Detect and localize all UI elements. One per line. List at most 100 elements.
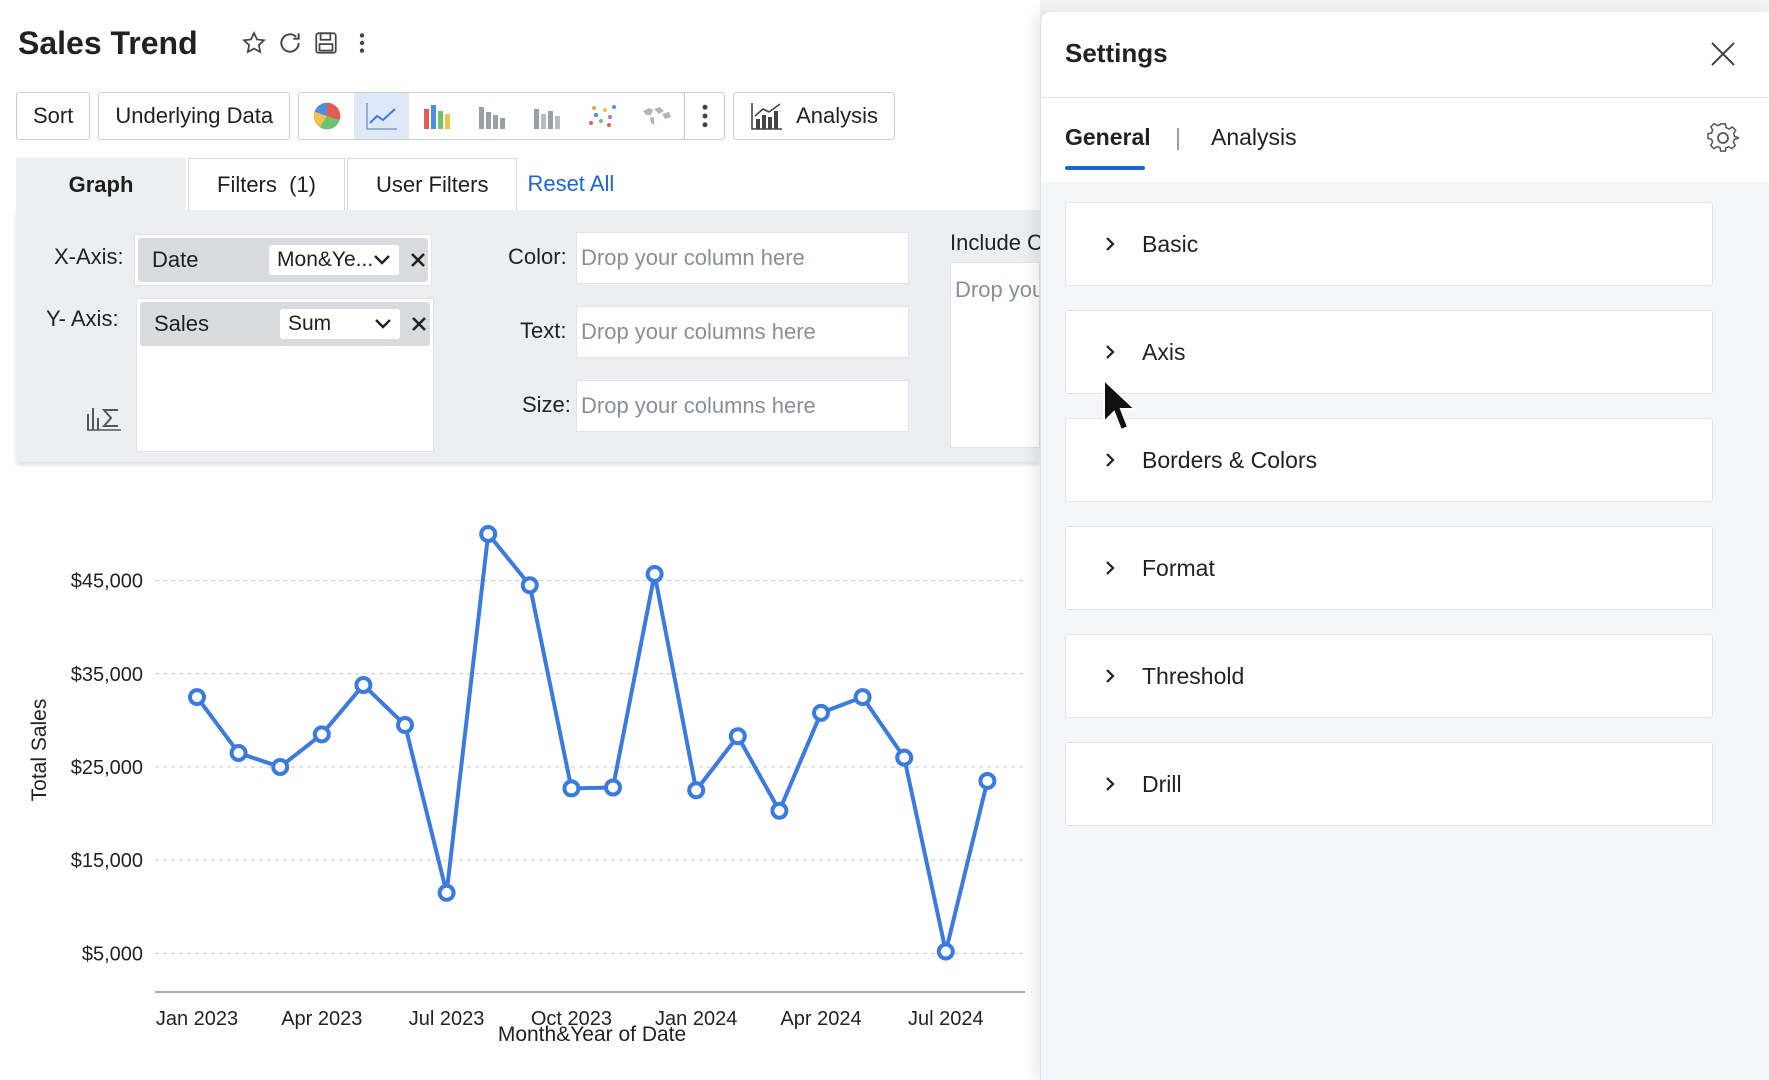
- refresh-icon[interactable]: [272, 25, 308, 61]
- data-point[interactable]: [479, 524, 498, 543]
- title-row: Sales Trend: [18, 18, 380, 68]
- section-borders-colors[interactable]: Borders & Colors: [1065, 418, 1713, 502]
- stacked-chart-icon[interactable]: [519, 93, 574, 139]
- sort-button[interactable]: Sort: [16, 92, 91, 140]
- data-point[interactable]: [936, 942, 955, 961]
- section-axis[interactable]: Axis: [1065, 310, 1713, 394]
- data-point[interactable]: [188, 688, 206, 707]
- y-axis-aggregation-value: Sum: [288, 312, 332, 335]
- x-tick-label: Jan 2023: [156, 1008, 238, 1030]
- y-tick-label: $15,000: [71, 850, 143, 872]
- chart-type-group: [298, 92, 726, 140]
- x-axis-aggregation-select[interactable]: Mon&Ye...: [269, 245, 400, 275]
- column-chart-icon[interactable]: [464, 93, 519, 139]
- star-icon[interactable]: [236, 25, 272, 61]
- x-axis-column: Date: [152, 247, 199, 272]
- y-axis-pill[interactable]: Sales Sum: [140, 302, 430, 346]
- report-title: Sales Trend: [18, 24, 198, 61]
- section-format[interactable]: Format: [1065, 526, 1713, 610]
- aggregate-sum-icon[interactable]: [86, 402, 122, 432]
- section-label: Axis: [1142, 338, 1186, 365]
- data-point[interactable]: [604, 778, 622, 797]
- toolbar: Sort Underlying Data Analysis: [16, 92, 903, 142]
- data-point[interactable]: [396, 716, 414, 735]
- x-tick-label: Jul 2024: [908, 1008, 984, 1030]
- more-vertical-icon[interactable]: [344, 25, 380, 61]
- y-axis-title: Total Sales: [28, 699, 51, 802]
- x-axis-aggregation-value: Mon&Ye...: [277, 248, 374, 271]
- x-tick-label: Apr 2024: [780, 1008, 861, 1030]
- x-axis-pill[interactable]: Date Mon&Ye...: [138, 238, 428, 282]
- tab-analysis[interactable]: Analysis: [1211, 124, 1297, 151]
- data-point[interactable]: [271, 757, 290, 776]
- section-label: Basic: [1142, 230, 1199, 257]
- chevron-down-icon: [374, 319, 391, 329]
- chevron-right-icon: [1100, 234, 1120, 254]
- line-chart: $45,000 $35,000 $25,000 $15,000 $5,000 Jan 2…: [28, 524, 1025, 1046]
- tab-separator: |: [1175, 124, 1181, 150]
- data-point[interactable]: [770, 801, 789, 820]
- y-axis-ticks: $45,000 $35,000 $25,000 $15,000 $5,000: [71, 571, 143, 966]
- chevron-down-icon: [374, 255, 391, 265]
- y-axis-label: Y- Axis:: [46, 306, 119, 331]
- close-icon[interactable]: [1703, 34, 1743, 74]
- tab-filters[interactable]: Filters (1): [188, 158, 345, 210]
- scatter-chart-icon[interactable]: [574, 93, 629, 139]
- section-label: Drill: [1142, 770, 1182, 797]
- gear-icon[interactable]: [1703, 118, 1743, 158]
- color-drop-zone[interactable]: Drop your column here: [576, 232, 909, 284]
- bar-chart-icon[interactable]: [409, 93, 464, 139]
- size-drop-zone[interactable]: Drop your columns here: [576, 380, 909, 432]
- analysis-chart-icon: [751, 103, 783, 130]
- data-point[interactable]: [437, 883, 456, 902]
- data-point[interactable]: [562, 779, 581, 798]
- include-placeholder: Drop you: [955, 277, 1040, 302]
- remove-x-axis-icon[interactable]: [407, 247, 428, 273]
- x-axis-label: X-Axis:: [54, 244, 124, 269]
- data-point[interactable]: [229, 743, 248, 762]
- tabs-row: Graph Filters (1) User Filters Reset All: [16, 158, 614, 210]
- remove-y-axis-icon[interactable]: [408, 311, 430, 337]
- section-threshold[interactable]: Threshold: [1065, 634, 1713, 718]
- include-columns-label: Include C: [950, 230, 1043, 255]
- active-tab-underline: [1065, 166, 1145, 170]
- data-point[interactable]: [687, 781, 706, 800]
- line-chart-icon[interactable]: [354, 93, 410, 139]
- settings-header: Settings: [1041, 12, 1769, 98]
- section-label: Threshold: [1142, 662, 1245, 689]
- more-charts-icon[interactable]: [684, 93, 724, 139]
- data-point[interactable]: [520, 576, 539, 595]
- x-axis-title: Month&Year of Date: [498, 1023, 686, 1046]
- text-drop-zone[interactable]: Drop your columns here: [576, 306, 909, 358]
- data-point[interactable]: [978, 771, 997, 790]
- data-point[interactable]: [895, 748, 914, 767]
- data-point[interactable]: [312, 725, 331, 744]
- pie-chart-icon[interactable]: [299, 93, 354, 139]
- chevron-right-icon: [1100, 558, 1120, 578]
- data-point[interactable]: [728, 727, 747, 746]
- data-point[interactable]: [812, 703, 830, 722]
- include-columns-drop-zone[interactable]: Drop you: [950, 262, 1040, 448]
- save-icon[interactable]: [308, 25, 344, 61]
- section-basic[interactable]: Basic: [1065, 202, 1713, 286]
- settings-tabs: General | Analysis: [1041, 98, 1769, 182]
- chevron-right-icon: [1100, 450, 1120, 470]
- graph-shelf: X-Axis: Date Mon&Ye... Y- Axis: Sales Su…: [16, 210, 1043, 462]
- map-chart-icon[interactable]: [629, 93, 684, 139]
- data-point[interactable]: [853, 688, 872, 707]
- data-point[interactable]: [645, 565, 664, 584]
- section-label: Format: [1142, 554, 1215, 581]
- analysis-label: Analysis: [796, 103, 879, 128]
- underlying-data-button[interactable]: Underlying Data: [98, 92, 291, 140]
- sales-trend-chart: $45,000 $35,000 $25,000 $15,000 $5,000 Jan 2…: [0, 470, 1040, 1060]
- tab-general[interactable]: General: [1065, 124, 1151, 151]
- tab-user-filters[interactable]: User Filters: [347, 158, 518, 210]
- report-area: Sales Trend Sort Underlying Data Analysi…: [0, 0, 1043, 1080]
- reset-all-link[interactable]: Reset All: [527, 158, 614, 210]
- section-drill[interactable]: Drill: [1065, 742, 1713, 826]
- analysis-button[interactable]: Analysis: [733, 92, 896, 140]
- y-axis-aggregation-select[interactable]: Sum: [280, 309, 400, 339]
- size-label: Size:: [522, 392, 571, 417]
- data-point[interactable]: [354, 675, 373, 694]
- tab-graph[interactable]: Graph: [16, 158, 186, 210]
